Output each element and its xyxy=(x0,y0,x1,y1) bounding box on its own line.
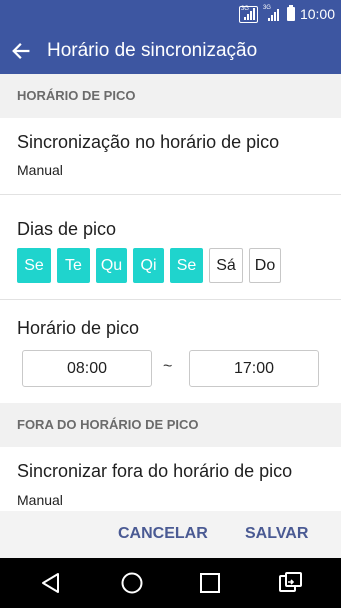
navigation-bar xyxy=(0,558,341,608)
home-circle-icon[interactable] xyxy=(119,570,145,596)
save-button[interactable]: SALVAR xyxy=(245,525,308,543)
day-toggle-saturday[interactable]: Sá xyxy=(209,248,243,283)
divider xyxy=(0,299,341,300)
back-triangle-icon[interactable] xyxy=(38,570,64,596)
status-time: 10:00 xyxy=(299,6,335,22)
section-header-offpeak-label: FORA DO HORÁRIO DE PICO xyxy=(17,417,199,432)
peak-hours-title: Horário de pico xyxy=(17,318,140,338)
section-header-peak-label: HORÁRIO DE PICO xyxy=(17,88,136,103)
signal-sim2-icon: 3G xyxy=(262,5,281,23)
day-toggle-monday[interactable]: Se xyxy=(17,248,51,283)
page-title: Horário de sincronização xyxy=(47,40,258,61)
start-time-picker[interactable]: 08:00 xyxy=(22,350,152,387)
divider xyxy=(0,194,341,195)
offpeak-sync-title: Sincronizar fora do horário de pico xyxy=(17,461,293,481)
recents-square-icon[interactable] xyxy=(197,570,223,596)
action-bar: CANCELAR SALVAR xyxy=(0,511,341,558)
peak-sync-title: Sincronização no horário de pico xyxy=(17,132,280,152)
peak-sync-value: Manual xyxy=(17,162,63,178)
cancel-button[interactable]: CANCELAR xyxy=(118,525,208,543)
status-icons: 3G 3G 10:00 xyxy=(238,5,335,23)
day-toggle-sunday[interactable]: Do xyxy=(249,248,281,283)
signal-sim1-icon: 3G xyxy=(238,5,258,23)
status-bar: 3G 3G 10:00 xyxy=(0,0,341,28)
day-toggle-friday[interactable]: Se xyxy=(170,248,203,283)
battery-icon xyxy=(286,5,295,21)
peak-days-title: Dias de pico xyxy=(17,219,117,239)
day-toggle-thursday[interactable]: Qi xyxy=(133,248,164,283)
time-separator: ~ xyxy=(163,358,173,375)
dual-window-icon[interactable] xyxy=(277,570,303,596)
section-header-offpeak: FORA DO HORÁRIO DE PICO xyxy=(0,403,341,447)
back-arrow-icon[interactable] xyxy=(10,40,32,62)
day-toggle-wednesday[interactable]: Qu xyxy=(96,248,127,283)
day-toggle-tuesday[interactable]: Te xyxy=(57,248,90,283)
end-time-picker[interactable]: 17:00 xyxy=(189,350,319,387)
section-header-peak: HORÁRIO DE PICO xyxy=(0,74,341,118)
offpeak-sync-value: Manual xyxy=(17,492,63,508)
app-bar: Horário de sincronização xyxy=(0,28,341,74)
peak-days-selector: Se Te Qu Qi Se Sá Do xyxy=(17,248,281,283)
